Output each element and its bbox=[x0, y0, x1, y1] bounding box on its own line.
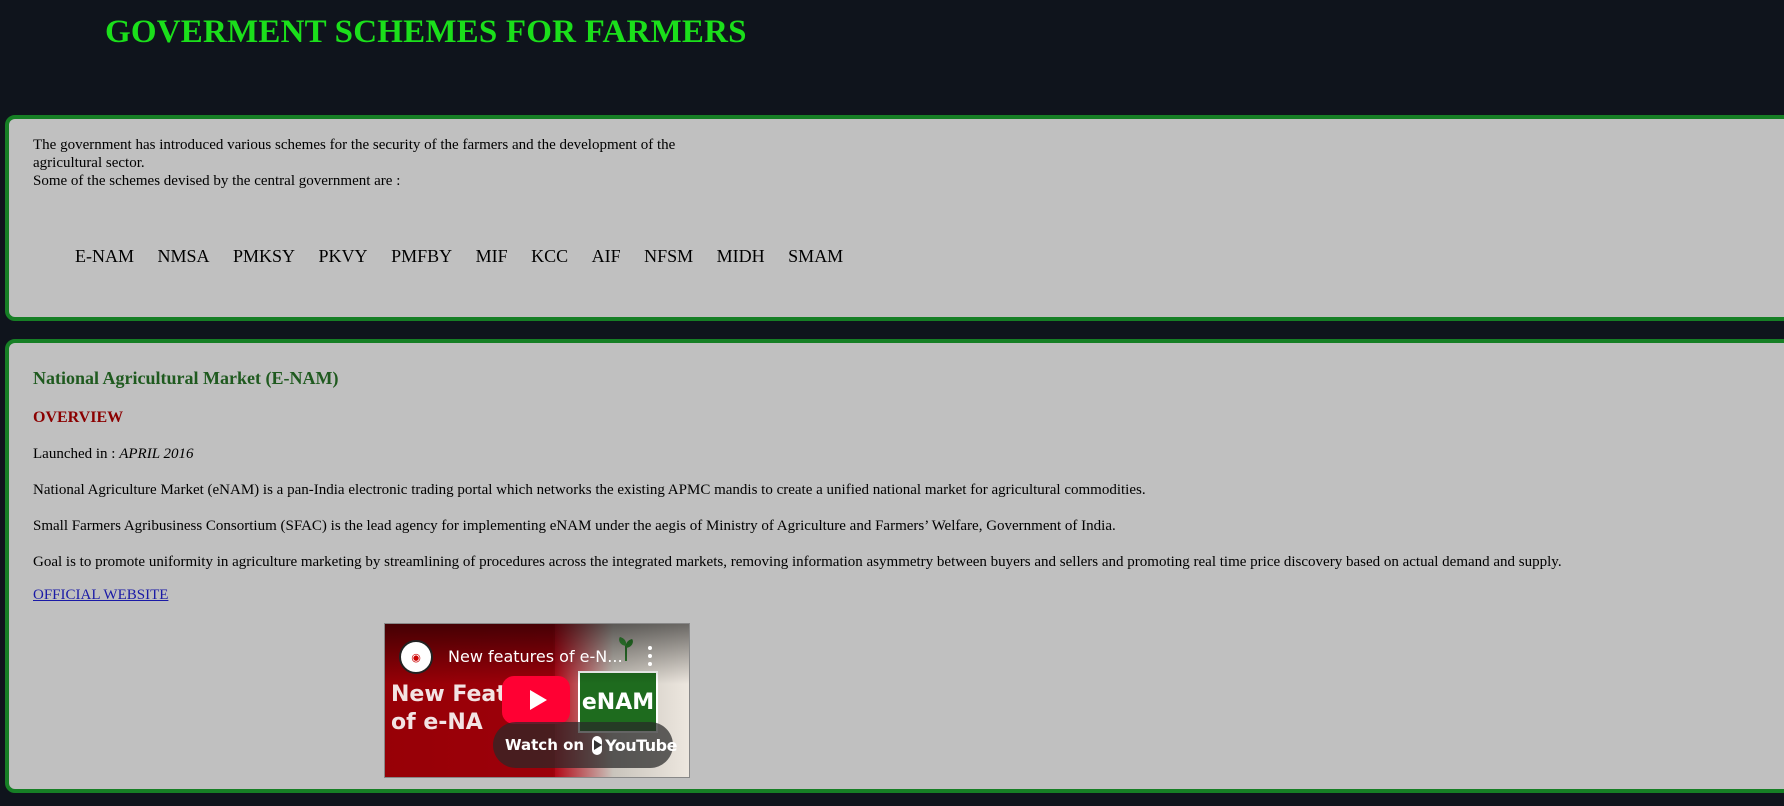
enam-panel: National Agricultural Market (E-NAM) OVE… bbox=[5, 339, 1784, 793]
scheme-link-mif[interactable]: MIF bbox=[476, 246, 508, 267]
intro-line-2: Some of the schemes devised by the centr… bbox=[33, 173, 401, 189]
channel-avatar-icon[interactable]: ◉ bbox=[399, 640, 433, 674]
watch-on-youtube-button[interactable]: Watch on YouTube bbox=[493, 722, 677, 768]
scheme-link-smam[interactable]: SMAM bbox=[788, 246, 843, 267]
launch-date: APRIL 2016 bbox=[119, 446, 194, 462]
launch-label: Launched in : bbox=[33, 446, 120, 462]
scheme-link-nfsm[interactable]: NFSM bbox=[644, 246, 693, 267]
intro-line-1: The government has introduced various sc… bbox=[33, 137, 676, 171]
thumbnail-text-line-2: of e-NA bbox=[391, 710, 483, 735]
page-title: GOVERMENT SCHEMES FOR FARMERS bbox=[105, 14, 747, 50]
description-paragraph-3: Goal is to promote uniformity in agricul… bbox=[33, 554, 1562, 570]
youtube-logo-icon bbox=[592, 735, 603, 755]
thumbnail-text-line-1: New Feat bbox=[391, 682, 507, 707]
launch-date-line: Launched in : APRIL 2016 bbox=[33, 446, 194, 463]
scheme-link-pkvy[interactable]: PKVY bbox=[319, 246, 368, 267]
more-options-icon[interactable] bbox=[647, 646, 653, 666]
overview-heading: OVERVIEW bbox=[33, 409, 124, 426]
scheme-title: National Agricultural Market (E-NAM) bbox=[33, 368, 339, 388]
official-website-link[interactable]: OFFICIAL WEBSITE bbox=[33, 587, 168, 604]
scheme-link-midh[interactable]: MIDH bbox=[717, 246, 765, 267]
scheme-link-nmsa[interactable]: NMSA bbox=[158, 246, 210, 267]
scheme-link-kcc[interactable]: KCC bbox=[531, 246, 568, 267]
youtube-wordmark: YouTube bbox=[605, 735, 677, 755]
intro-text: The government has introduced various sc… bbox=[33, 136, 733, 190]
youtube-video-embed[interactable]: New Feat of e-NA eNAM ◉ New features of … bbox=[384, 623, 690, 778]
video-thumbnail-text: New Feat of e-NA bbox=[391, 681, 507, 737]
scheme-nav: E-NAM NMSA PMKSY PKVY PMFBY MIF KCC AIF … bbox=[75, 246, 867, 267]
scheme-link-pmksy[interactable]: PMKSY bbox=[233, 246, 295, 267]
play-icon bbox=[529, 690, 547, 710]
description-paragraph-1: National Agriculture Market (eNAM) is a … bbox=[33, 482, 1146, 498]
play-button[interactable] bbox=[502, 676, 570, 724]
video-title[interactable]: New features of e-N... bbox=[448, 647, 623, 666]
scheme-link-e-nam[interactable]: E-NAM bbox=[75, 246, 134, 267]
scheme-link-aif[interactable]: AIF bbox=[592, 246, 621, 267]
watch-on-label: Watch on bbox=[505, 736, 585, 754]
intro-panel: The government has introduced various sc… bbox=[5, 115, 1784, 321]
description-paragraph-2: Small Farmers Agribusiness Consortium (S… bbox=[33, 518, 1116, 534]
scheme-link-pmfby[interactable]: PMFBY bbox=[391, 246, 452, 267]
